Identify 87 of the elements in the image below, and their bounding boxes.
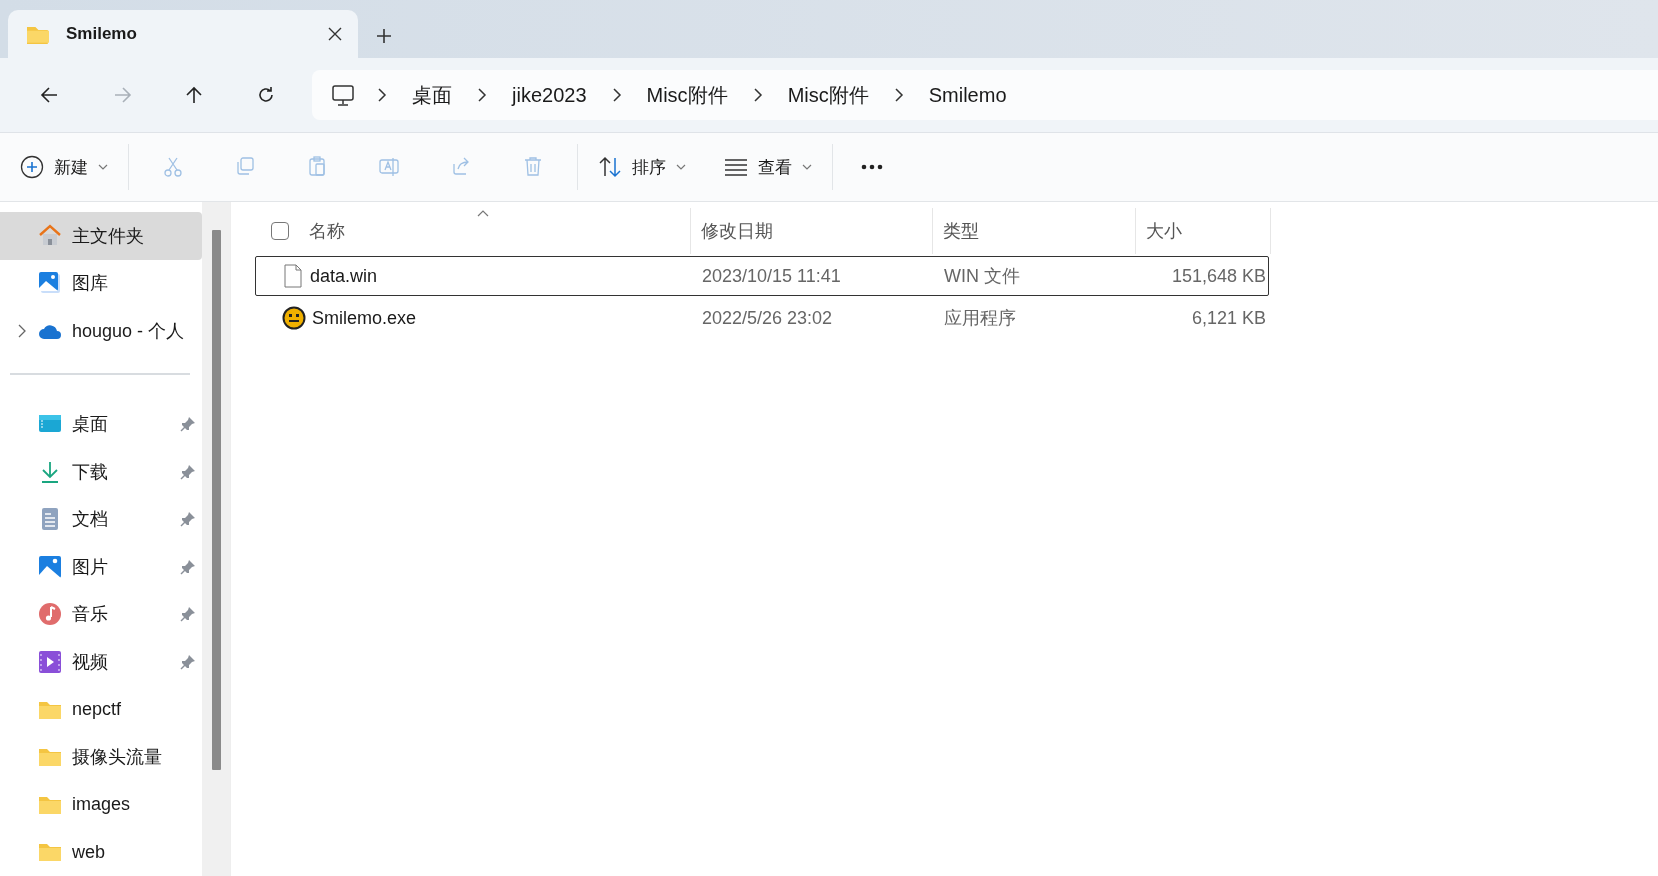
type-cell-text: 应用程序 [943, 307, 1017, 330]
sidebar-item[interactable]: 图片 [0, 543, 202, 591]
date-cell-text: 2023/10/15 11:41 [701, 265, 842, 287]
sidebar-item[interactable]: 主文件夹 [0, 212, 202, 260]
sort-button[interactable]: 排序 [586, 147, 698, 187]
sidebar-label: nepctf [72, 699, 123, 721]
pin-icon[interactable] [180, 511, 196, 528]
date-cell-text: 2022/5/26 23:02 [701, 307, 834, 329]
close-icon[interactable] [328, 27, 342, 41]
sidebar-item[interactable]: houguo - 个人 [0, 307, 202, 355]
list-lines-icon [724, 158, 748, 176]
column-header[interactable]: 修改日期 [701, 219, 773, 243]
chevron-icon [376, 87, 388, 103]
sidebar-label: 音乐 [72, 603, 109, 627]
select-all-checkbox[interactable] [271, 222, 289, 240]
column-header[interactable]: 大小 [1146, 219, 1182, 243]
caret-icon [676, 164, 686, 170]
column-header[interactable]: 名称 [309, 219, 345, 243]
sidebar-label: 视频 [72, 651, 109, 674]
chevron-icon [476, 87, 488, 103]
sidebar-item[interactable]: 桌面 [0, 400, 202, 449]
blank-file-icon [282, 264, 304, 288]
sidebar-label: images [72, 794, 132, 816]
sidebar-label: houguo - 个人 [72, 319, 186, 343]
tab-title: Smilemo [66, 24, 138, 44]
breadcrumb-item[interactable]: Smilemo [926, 79, 1009, 111]
pin-icon[interactable] [180, 606, 196, 623]
picture-icon [38, 271, 62, 296]
sidebar-label: 图片 [72, 555, 109, 579]
view-button[interactable]: 查看 [712, 147, 824, 187]
sidebar-item[interactable]: 摄像头流量 [0, 733, 202, 781]
smiley-face-icon [282, 306, 306, 330]
size-cell-text: 151,648 KB [1170, 265, 1267, 287]
breadcrumb-item[interactable]: jike2023 [510, 79, 589, 111]
sidebar-item[interactable]: 文档 [0, 495, 202, 544]
chevron-icon [892, 87, 905, 103]
plus-circle-icon [20, 155, 44, 179]
chevron-icon [610, 87, 623, 103]
pin-icon[interactable] [180, 558, 196, 575]
sidebar-item[interactable]: images [0, 780, 202, 829]
more-options-icon[interactable] [861, 164, 883, 170]
sidebar-item[interactable]: 图库 [0, 259, 202, 308]
sidebar-item[interactable]: 下载 [0, 448, 202, 496]
plus-icon[interactable] [376, 28, 392, 44]
pin-icon[interactable] [180, 654, 196, 670]
sort-caret-icon[interactable] [477, 210, 489, 217]
sidebar-label: 下载 [72, 460, 109, 484]
breadcrumb-item[interactable]: Misc附件 [785, 77, 871, 113]
caret-icon [98, 164, 108, 170]
pin-icon[interactable] [180, 416, 196, 433]
refresh-icon[interactable] [256, 85, 276, 105]
sidebar-label: 主文件夹 [72, 224, 145, 248]
window-tab[interactable]: Smilemo [8, 10, 358, 58]
expand-chevron-icon[interactable] [18, 323, 26, 338]
sidebar-label: web [72, 841, 107, 863]
type-cell-text: WIN 文件 [943, 265, 1021, 288]
pin-icon[interactable] [180, 463, 196, 480]
chevron-icon [751, 87, 764, 103]
sidebar-item[interactable]: nepctf [0, 685, 202, 734]
file-row[interactable]: Smilemo.exe 2022/5/26 23:02 应用程序 6,121 KB [255, 298, 1269, 338]
sidebar-item[interactable]: web [0, 828, 202, 876]
house-icon [38, 223, 62, 248]
scrollbar-thumb[interactable] [211, 230, 221, 770]
file-name: Smilemo.exe [312, 307, 417, 329]
file-name: data.win [310, 265, 378, 287]
breadcrumb-item[interactable]: 桌面 [410, 77, 454, 113]
up-arrow-icon[interactable] [184, 85, 204, 105]
sidebar-item[interactable]: 音乐 [0, 590, 202, 639]
sort-arrows-icon [598, 156, 622, 178]
folder-icon [26, 24, 50, 44]
video-icon [38, 650, 62, 674]
sidebar-label: 文档 [72, 508, 109, 532]
music-note-icon [38, 602, 62, 627]
address-bar[interactable]: 桌面 jike2023 Misc附件 Misc附件 Smilemo [312, 70, 1658, 120]
caret-icon [802, 164, 812, 170]
size-cell-text: 6,121 KB [1190, 307, 1267, 329]
file-row[interactable]: data.win 2023/10/15 11:41 WIN 文件 151,648 KB [255, 256, 1269, 296]
sidebar-item[interactable]: 视频 [0, 638, 202, 686]
sidebar-label: 摄像头流量 [72, 746, 163, 770]
breadcrumb-item[interactable]: Misc附件 [644, 77, 730, 113]
monitor-icon [332, 84, 354, 106]
back-arrow-icon[interactable] [40, 85, 60, 105]
column-header[interactable]: 类型 [943, 219, 979, 243]
picture-icon [38, 554, 62, 579]
sidebar-label: 桌面 [72, 413, 109, 437]
new-button[interactable]: 新建 [8, 147, 120, 187]
sidebar-label: 图库 [72, 272, 109, 296]
